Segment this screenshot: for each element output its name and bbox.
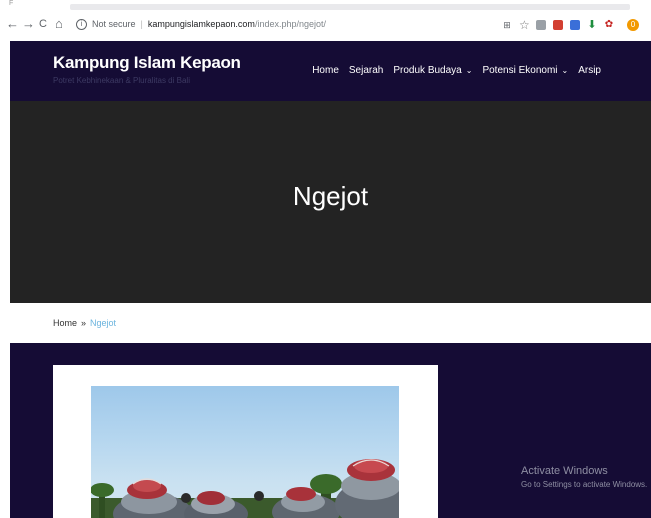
back-button[interactable]: ← <box>6 17 19 31</box>
main-nav: Home Sejarah Produk Budaya ⌄ Potensi Eko… <box>302 65 601 76</box>
activate-windows-watermark: Activate Windows Go to Settings to activ… <box>521 465 647 489</box>
nav-item-produk-budaya[interactable]: Produk Budaya ⌄ <box>393 65 472 76</box>
address-bar[interactable]: i Not secure | kampungislamkepaon.com /i… <box>76 16 326 32</box>
site-tagline: Potret Kebhinekaan & Pluralitas di Bali <box>53 76 190 85</box>
breadcrumb-current: Ngejot <box>90 318 117 328</box>
corner-mark: F <box>9 0 14 7</box>
chevron-down-icon: ⌄ <box>465 66 473 75</box>
forward-button[interactable]: → <box>22 17 35 31</box>
page-title: Ngejot <box>292 181 369 211</box>
security-label: Not secure <box>92 19 136 29</box>
breadcrumb: Home » Ngejot <box>53 318 116 328</box>
download-icon[interactable]: ⬇ <box>587 19 597 30</box>
translate-icon[interactable]: ⊞ <box>502 20 512 30</box>
home-button[interactable]: ⌂ <box>55 17 63 31</box>
featured-image <box>91 386 399 518</box>
browser-toolbar: F ← → C ⌂ i Not secure | kampungislamkep… <box>0 0 651 40</box>
nav-label: Potensi Ekonomi <box>482 65 558 76</box>
chevron-down-icon: ⌄ <box>561 66 569 75</box>
extension-icon[interactable] <box>553 19 563 30</box>
breadcrumb-separator: » <box>81 318 87 328</box>
ngejot-photo-illustration <box>91 459 399 518</box>
extension-icon[interactable] <box>536 19 546 30</box>
extension-icon[interactable] <box>570 19 580 30</box>
nav-label: Arsip <box>578 65 601 76</box>
nav-item-arsip[interactable]: Arsip <box>578 65 601 76</box>
extensions-area: ⊞ ☆ ⬇ ✿ 0 ⋮ <box>502 18 651 31</box>
watermark-title: Activate Windows <box>521 465 608 477</box>
content-area <box>10 343 651 518</box>
extension-icon[interactable]: ✿ <box>604 19 614 30</box>
site-title[interactable]: Kampung Islam Kepaon <box>53 53 241 73</box>
breadcrumb-home[interactable]: Home <box>53 318 77 328</box>
nav-item-potensi-ekonomi[interactable]: Potensi Ekonomi ⌄ <box>482 65 568 76</box>
nav-label: Home <box>312 65 339 76</box>
reload-button[interactable]: C <box>39 17 47 31</box>
tab-strip[interactable] <box>70 4 630 10</box>
nav-label: Sejarah <box>348 65 384 76</box>
watermark-subtitle: Go to Settings to activate Windows. <box>521 480 648 489</box>
post-card <box>53 365 438 518</box>
info-icon[interactable]: i <box>76 18 87 30</box>
nav-item-home[interactable]: Home <box>312 65 339 76</box>
nav-item-sejarah[interactable]: Sejarah <box>349 65 383 76</box>
url-host: kampungislamkepaon.com <box>147 19 255 29</box>
avatar[interactable]: 0 <box>627 18 639 31</box>
page-hero: Ngejot <box>10 101 651 303</box>
address-separator: | <box>140 19 143 29</box>
star-icon[interactable]: ☆ <box>519 19 530 31</box>
site-header: Kampung Islam Kepaon Potret Kebhinekaan … <box>10 41 651 101</box>
nav-label: Produk Budaya <box>393 65 462 76</box>
url-path: /index.php/ngejot/ <box>254 19 326 29</box>
menu-icon[interactable]: ⋮ <box>647 18 651 31</box>
